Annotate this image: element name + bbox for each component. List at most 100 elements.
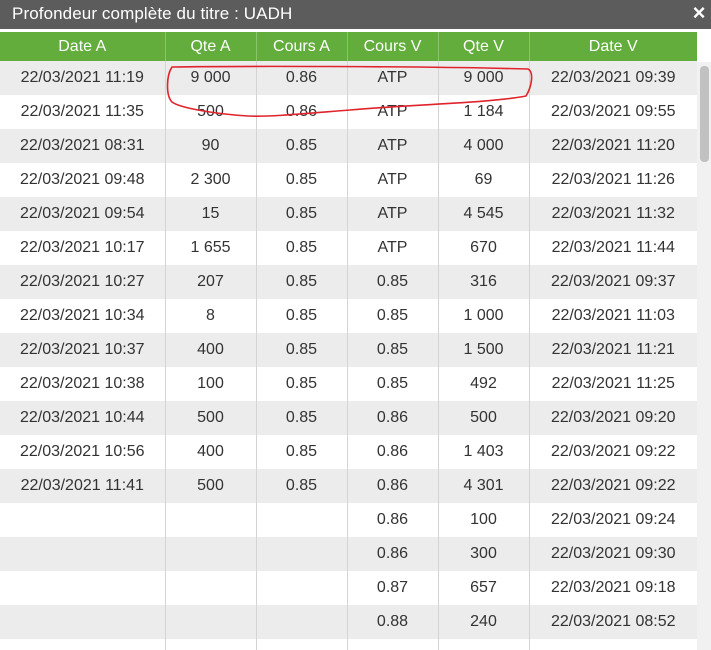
cell-cours-a [256,537,348,571]
table-row[interactable]: 22/03/2021 08:31 90 0.85 ATP 4 000 22/03/2021… [0,129,697,163]
cell-date-v: 22/03/2021 09:37 [529,265,697,299]
table-row[interactable]: 0.86 100 22/03/2021 09:24 [0,503,697,537]
scrollbar-thumb[interactable] [700,66,709,162]
cell-cours-v: 0.86 [347,469,439,503]
cell-date-a: 22/03/2021 10:17 [0,231,166,265]
cell-qte-v: 9 000 [438,61,530,95]
cell-cours-v: 0.86 [347,503,439,537]
cell-date-v: 22/03/2021 11:25 [529,367,697,401]
cell-date-v: 22/03/2021 09:20 [529,401,697,435]
cell-date-a: 22/03/2021 10:37 [0,333,166,367]
cell-date-a: 22/03/2021 11:35 [0,95,166,129]
cell-date-a: 22/03/2021 11:41 [0,469,166,503]
cell-date-v: 22/03/2021 11:26 [529,163,697,197]
cell-date-a: 22/03/2021 10:34 [0,299,166,333]
cell-date-a [0,571,166,605]
cell-cours-v: 0.86 [347,435,439,469]
cell-qte-v: 1 403 [438,435,530,469]
cell-cours-a: 0.85 [256,367,348,401]
cell-qte-a: 207 [165,265,257,299]
cell-cours-v [347,639,439,650]
column-header-date-v[interactable]: Date V [529,32,697,61]
cell-date-a: 22/03/2021 08:31 [0,129,166,163]
table-row[interactable]: 22/03/2021 11:41 500 0.85 0.86 4 301 22/03/20… [0,469,697,503]
table-row[interactable]: 22/03/2021 10:56 400 0.85 0.86 1 403 22/03/20… [0,435,697,469]
cell-cours-v: ATP [347,61,439,95]
table-row[interactable]: 0.86 300 22/03/2021 09:30 [0,537,697,571]
cell-qte-v: 100 [438,503,530,537]
column-header-qte-v[interactable]: Qte V [438,32,530,61]
table-row[interactable]: 22/03/2021 10:44 500 0.85 0.86 500 22/03/2021… [0,401,697,435]
table-row[interactable]: 22/03/2021 09:54 15 0.85 ATP 4 545 22/03/2021… [0,197,697,231]
cell-date-a: 22/03/2021 10:27 [0,265,166,299]
table-row[interactable]: 0.88 240 22/03/2021 08:52 [0,605,697,639]
cell-date-a: 22/03/2021 09:54 [0,197,166,231]
table-row[interactable]: 22/03/2021 11:35 500 0.86 ATP 1 184 22/03/202… [0,95,697,129]
cell-date-v: 22/03/2021 09:22 [529,435,697,469]
cell-qte-a: 400 [165,435,257,469]
order-book-table: Date A Qte A Cours A Cours V Qte V Date … [0,32,697,650]
cell-cours-a: 0.85 [256,333,348,367]
table-row[interactable] [0,639,697,650]
cell-qte-a [165,571,257,605]
cell-qte-v: 1 184 [438,95,530,129]
cell-date-a: 22/03/2021 10:56 [0,435,166,469]
cell-cours-a: 0.85 [256,265,348,299]
cell-date-v: 22/03/2021 08:52 [529,605,697,639]
table-row[interactable]: 22/03/2021 09:48 2 300 0.85 ATP 69 22/03/2021… [0,163,697,197]
cell-date-v: 22/03/2021 11:21 [529,333,697,367]
column-header-cours-a[interactable]: Cours A [256,32,348,61]
cell-cours-a: 0.85 [256,435,348,469]
cell-cours-a: 0.85 [256,129,348,163]
table-row[interactable]: 22/03/2021 10:17 1 655 0.85 ATP 670 22/03/202… [0,231,697,265]
cell-qte-a: 2 300 [165,163,257,197]
cell-qte-a [165,537,257,571]
dialog-title: Profondeur complète du titre : UADH [12,4,293,23]
cell-cours-v: 0.87 [347,571,439,605]
cell-qte-v: 4 000 [438,129,530,163]
cell-date-v: 22/03/2021 09:18 [529,571,697,605]
table-body: 22/03/2021 11:19 9 000 0.86 ATP 9 000 22/03/2… [0,61,697,650]
cell-cours-a: 0.85 [256,469,348,503]
cell-date-v: 22/03/2021 09:39 [529,61,697,95]
order-book-dialog: Profondeur complète du titre : UADH × Da… [0,0,711,650]
column-header-date-a[interactable]: Date A [0,32,166,61]
table-row[interactable]: 0.87 657 22/03/2021 09:18 [0,571,697,605]
column-header-qte-a[interactable]: Qte A [165,32,257,61]
cell-qte-a: 1 655 [165,231,257,265]
cell-cours-v: ATP [347,197,439,231]
table-row[interactable]: 22/03/2021 10:27 207 0.85 0.85 316 22/03/2021… [0,265,697,299]
cell-qte-a: 100 [165,367,257,401]
vertical-scrollbar[interactable] [697,62,711,650]
table-row[interactable]: 22/03/2021 10:37 400 0.85 0.85 1 500 22/03/20… [0,333,697,367]
cell-cours-v: 0.85 [347,265,439,299]
cell-qte-a: 90 [165,129,257,163]
cell-date-a [0,605,166,639]
cell-date-v: 22/03/2021 11:44 [529,231,697,265]
cell-qte-v [438,639,530,650]
cell-cours-a: 0.85 [256,299,348,333]
column-header-cours-v[interactable]: Cours V [347,32,439,61]
cell-date-v: 22/03/2021 09:24 [529,503,697,537]
table-row[interactable]: 22/03/2021 10:34 8 0.85 0.85 1 000 22/03/2021… [0,299,697,333]
cell-date-v: 22/03/2021 09:30 [529,537,697,571]
cell-cours-v: 0.86 [347,537,439,571]
close-icon[interactable]: × [689,0,709,26]
cell-cours-v: 0.85 [347,367,439,401]
cell-qte-v: 240 [438,605,530,639]
table-row[interactable]: 22/03/2021 11:19 9 000 0.86 ATP 9 000 22/03/2… [0,61,697,95]
table-row[interactable]: 22/03/2021 10:38 100 0.85 0.85 492 22/03/2021… [0,367,697,401]
cell-qte-v: 69 [438,163,530,197]
cell-cours-v: 0.85 [347,333,439,367]
cell-date-a: 22/03/2021 09:48 [0,163,166,197]
cell-date-v [529,639,697,650]
cell-cours-a [256,571,348,605]
cell-qte-a: 500 [165,469,257,503]
cell-qte-v: 4 301 [438,469,530,503]
cell-qte-a: 8 [165,299,257,333]
cell-qte-v: 670 [438,231,530,265]
cell-qte-a [165,605,257,639]
cell-cours-a [256,605,348,639]
cell-qte-v: 4 545 [438,197,530,231]
cell-date-v: 22/03/2021 11:03 [529,299,697,333]
